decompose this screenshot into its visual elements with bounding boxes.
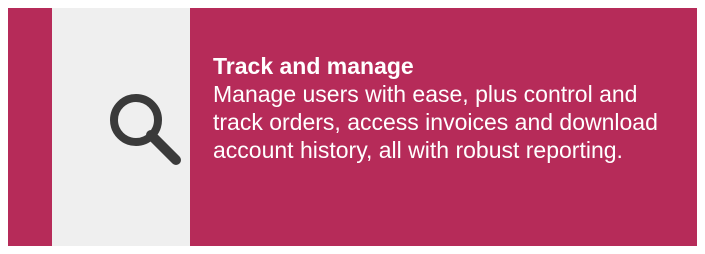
feature-title: Track and manage	[213, 53, 414, 79]
icon-panel	[52, 8, 190, 246]
feature-description: Manage users with ease, plus control and…	[213, 81, 658, 163]
feature-card: Track and manage Manage users with ease,…	[8, 8, 697, 246]
feature-text: Track and manage Manage users with ease,…	[213, 52, 683, 164]
search-icon	[110, 94, 181, 165]
